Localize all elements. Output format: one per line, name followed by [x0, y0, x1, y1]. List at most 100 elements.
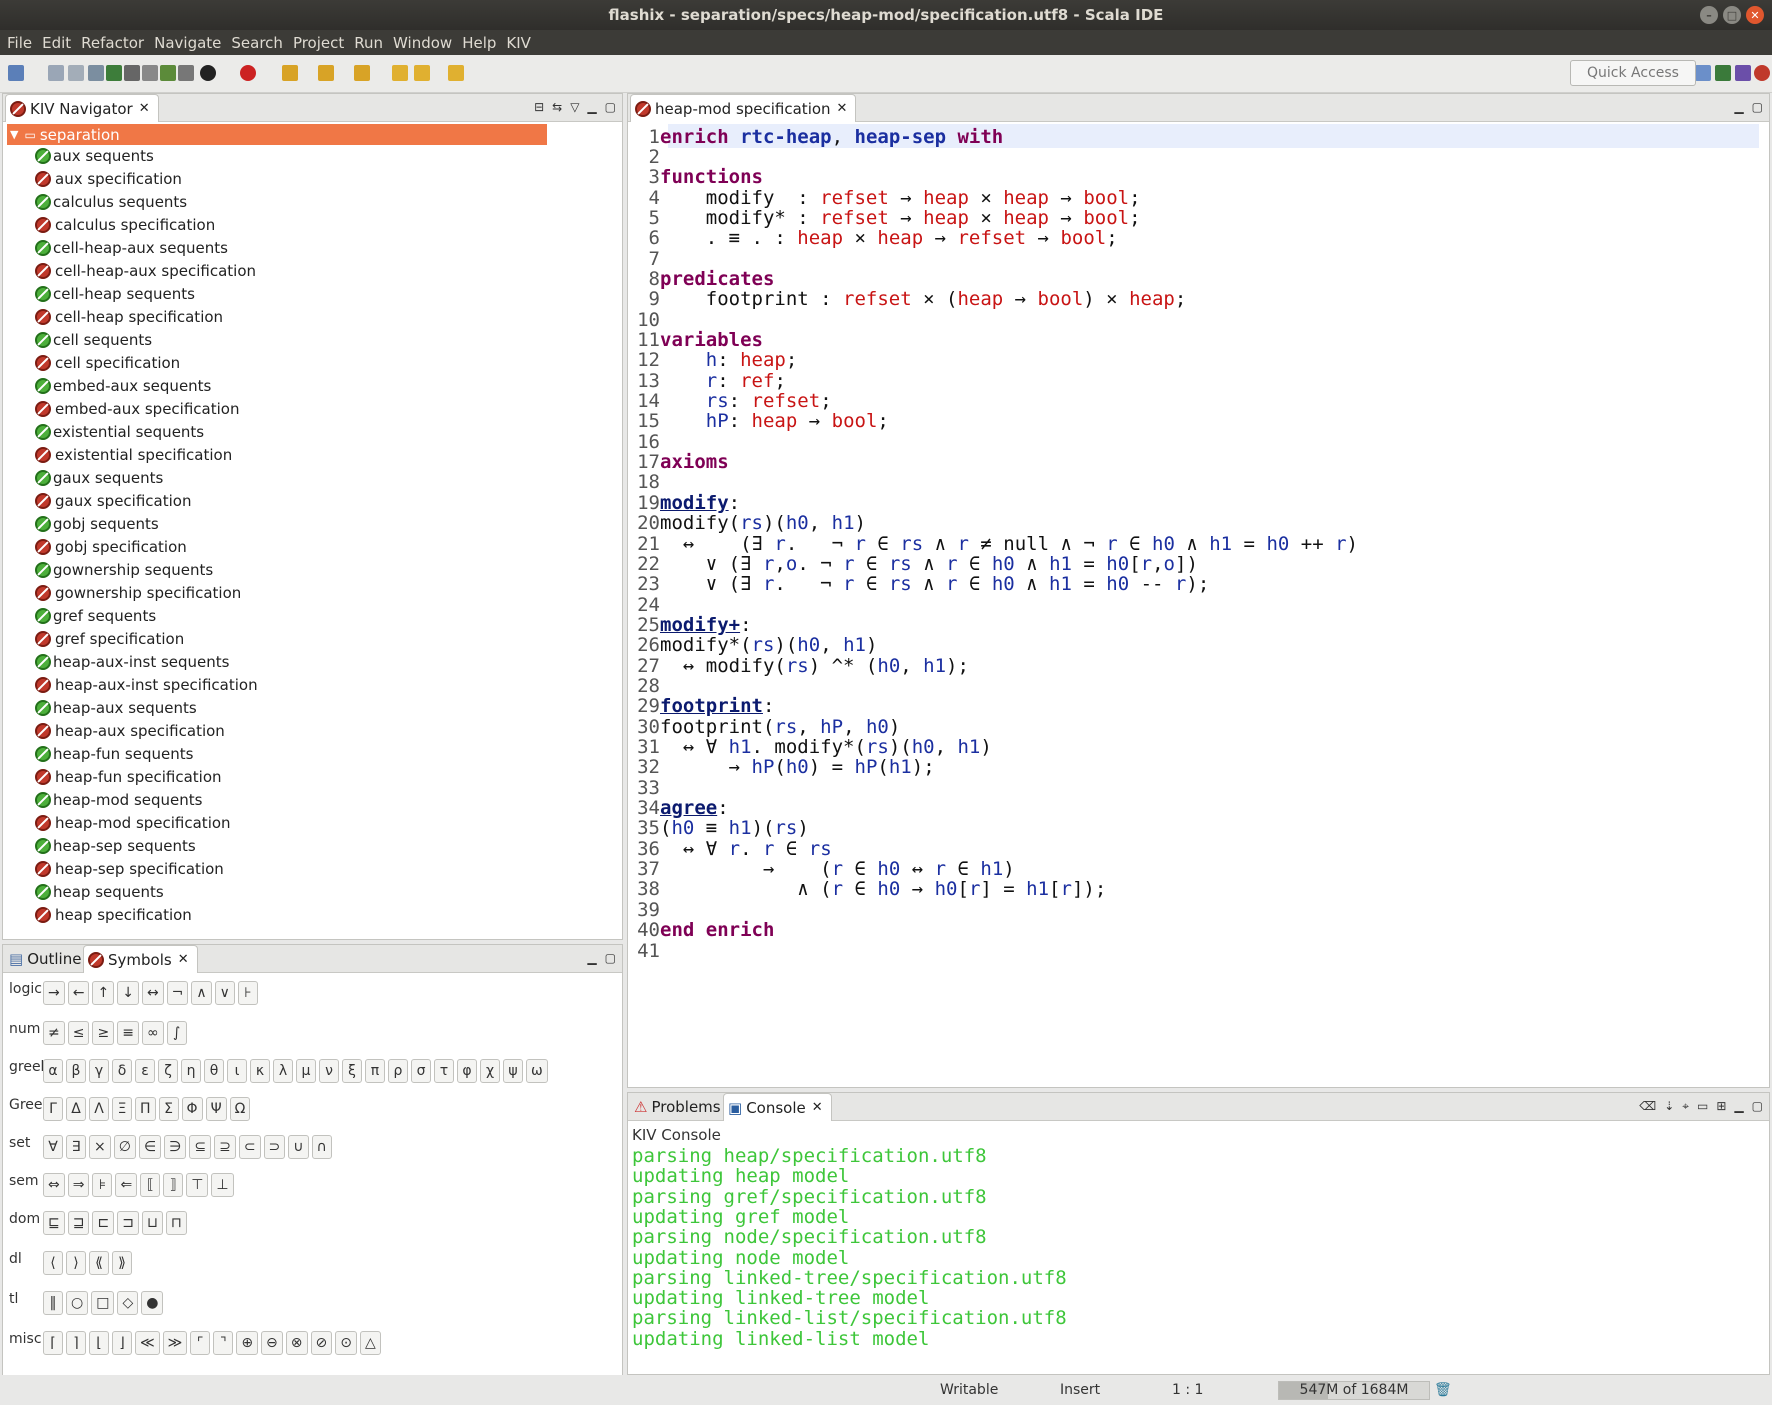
code-line[interactable]: 31 ↔ ∀ h1. modify*(rs)(h0, h1) [634, 736, 992, 758]
navigator-item[interactable]: gref specification [35, 629, 184, 649]
clear-console-icon[interactable]: ⌫ [1639, 1099, 1656, 1114]
tab-heap-mod-specification[interactable]: heap-mod specification ✕ [630, 94, 857, 122]
forward-icon[interactable] [448, 65, 464, 81]
symbol-button[interactable]: ∃ [66, 1135, 86, 1159]
menu-window[interactable]: Window [388, 34, 457, 52]
code-line[interactable]: 19 modify: [634, 492, 740, 514]
symbol-button[interactable]: μ [296, 1059, 316, 1083]
code-line[interactable]: 9 footprint : refset × (heap → bool) × h… [634, 288, 1187, 310]
symbol-button[interactable]: ⊆ [189, 1135, 212, 1159]
symbol-button[interactable]: ⊘ [310, 1331, 333, 1355]
navigator-item[interactable]: heap-aux specification [35, 721, 225, 741]
menu-edit[interactable]: Edit [37, 34, 76, 52]
symbol-button[interactable]: ○ [66, 1291, 89, 1315]
symbol-button[interactable]: ≤ [67, 1021, 90, 1045]
symbol-button[interactable]: → [43, 981, 65, 1005]
menu-kiv[interactable]: KIV [501, 34, 536, 52]
symbol-button[interactable]: ∈ [138, 1135, 162, 1159]
close-icon[interactable]: ✕ [812, 1100, 823, 1115]
symbol-button[interactable]: ∞ [141, 1021, 164, 1045]
code-line[interactable]: 18 [634, 471, 660, 493]
code-line[interactable]: 25 modify+: [634, 614, 751, 636]
symbol-button[interactable]: ⊙ [335, 1331, 357, 1355]
menu-run[interactable]: Run [349, 34, 388, 52]
tab-problems[interactable]: ⚠ Problems [630, 1093, 729, 1121]
code-line[interactable]: 20 modify(rs)(h0, h1) [634, 512, 866, 534]
navigator-item[interactable]: gownership sequents [35, 560, 213, 580]
symbol-button[interactable]: ⊇ [214, 1135, 236, 1159]
symbol-button[interactable]: ⊤ [186, 1173, 209, 1197]
last-edit-icon[interactable] [392, 65, 408, 81]
symbol-button[interactable]: π [365, 1059, 385, 1083]
maximize-view-icon[interactable]: ▢ [605, 951, 616, 965]
symbol-button[interactable]: ⟨ [43, 1251, 63, 1275]
view-menu-icon[interactable]: ▽ [570, 100, 579, 114]
code-line[interactable]: 17 axioms [634, 451, 729, 473]
symbol-button[interactable]: λ [273, 1059, 293, 1083]
symbol-button[interactable]: ≡ [117, 1021, 139, 1045]
heap-status-bar[interactable]: 547M of 1684M [1278, 1381, 1430, 1400]
navigator-item[interactable]: heap-sep specification [35, 859, 224, 879]
prev-annotation-icon[interactable] [354, 65, 370, 81]
debug-icon[interactable] [200, 65, 216, 81]
symbol-button[interactable]: ⟪ [89, 1251, 109, 1275]
navigator-item[interactable]: cell-heap sequents [35, 284, 195, 304]
minimize-view-icon[interactable]: ▁ [1734, 1099, 1743, 1114]
save-icon[interactable] [48, 65, 64, 81]
symbol-button[interactable]: β [66, 1059, 86, 1083]
symbol-button[interactable]: △ [359, 1331, 381, 1355]
garbage-collect-icon[interactable]: 🗑 [1434, 1382, 1452, 1398]
code-line[interactable]: 22 ∨ (∃ r,o. ¬ r ∈ rs ∧ r ∈ h0 ∧ h1 = h0… [634, 553, 1198, 575]
code-line[interactable]: 39 [634, 899, 660, 921]
code-line[interactable]: 8 predicates [634, 268, 775, 290]
code-line[interactable]: 37 → (r ∈ h0 ↔ r ∈ h1) [634, 858, 1015, 880]
navigator-item[interactable]: embed-aux sequents [35, 376, 211, 396]
scala-perspective-icon[interactable] [1715, 65, 1731, 81]
navigator-root-separation[interactable]: ▼ ▭ separation [7, 124, 547, 145]
back-icon[interactable] [414, 65, 430, 81]
symbol-button[interactable]: ⟩ [66, 1251, 86, 1275]
navigator-item[interactable]: gobj sequents [35, 514, 159, 534]
navigator-item[interactable]: gownership specification [35, 583, 241, 603]
symbol-button[interactable]: Λ [89, 1097, 109, 1121]
print-icon[interactable] [88, 65, 104, 81]
navigator-item[interactable]: existential sequents [35, 422, 204, 442]
symbol-button[interactable]: ⊑ [43, 1211, 65, 1235]
run-external-icon[interactable] [240, 65, 256, 81]
symbol-button[interactable]: ⊥ [211, 1173, 234, 1197]
code-line[interactable]: 21 ↔ (∃ r. ¬ r ∈ rs ∧ r ≠ null ∧ ¬ r ∈ h… [634, 533, 1358, 555]
navigator-item[interactable]: cell specification [35, 353, 180, 373]
symbol-button[interactable]: ⌝ [213, 1331, 234, 1355]
symbol-button[interactable]: ε [135, 1059, 155, 1083]
symbol-button[interactable]: γ [89, 1059, 109, 1083]
symbol-button[interactable]: ⊗ [285, 1331, 308, 1355]
close-icon[interactable]: ✕ [178, 952, 189, 967]
symbol-button[interactable]: ω [526, 1059, 548, 1083]
quick-access-field[interactable]: Quick Access [1570, 60, 1696, 86]
symbol-button[interactable]: ↓ [117, 981, 139, 1005]
symbol-button[interactable]: ↑ [92, 981, 115, 1005]
code-line[interactable]: 6 . ≡ . : heap × heap → refset → bool; [634, 227, 1118, 249]
close-icon[interactable]: ✕ [837, 101, 848, 116]
symbol-button[interactable]: ⊦ [237, 981, 258, 1005]
code-line[interactable]: 15 hP: heap → bool; [634, 410, 889, 432]
navigator-item[interactable]: aux specification [35, 169, 182, 189]
scroll-lock-icon[interactable]: ⇣ [1664, 1099, 1674, 1114]
menu-refactor[interactable]: Refactor [76, 34, 149, 52]
navigator-item[interactable]: heap specification [35, 905, 192, 925]
navigator-item[interactable]: heap sequents [35, 882, 164, 902]
symbol-button[interactable]: ∧ [191, 981, 212, 1005]
symbol-button[interactable]: Δ [66, 1097, 86, 1121]
symbol-button[interactable]: α [43, 1059, 63, 1083]
open-file-icon[interactable] [178, 65, 194, 81]
symbol-button[interactable]: Ψ [205, 1097, 227, 1121]
navigator-item[interactable]: gaux specification [35, 491, 191, 511]
symbol-button[interactable]: ≪ [135, 1331, 160, 1355]
kiv-perspective-icon[interactable] [1754, 65, 1770, 81]
symbol-button[interactable]: ⊃ [263, 1135, 286, 1159]
code-line[interactable]: 14 rs: refset; [634, 390, 832, 412]
symbol-button[interactable]: Γ [43, 1097, 63, 1121]
navigator-item[interactable]: cell sequents [35, 330, 152, 350]
expand-arrow-icon[interactable]: ▼ [10, 128, 18, 141]
symbol-button[interactable]: ⟦ [140, 1173, 161, 1197]
